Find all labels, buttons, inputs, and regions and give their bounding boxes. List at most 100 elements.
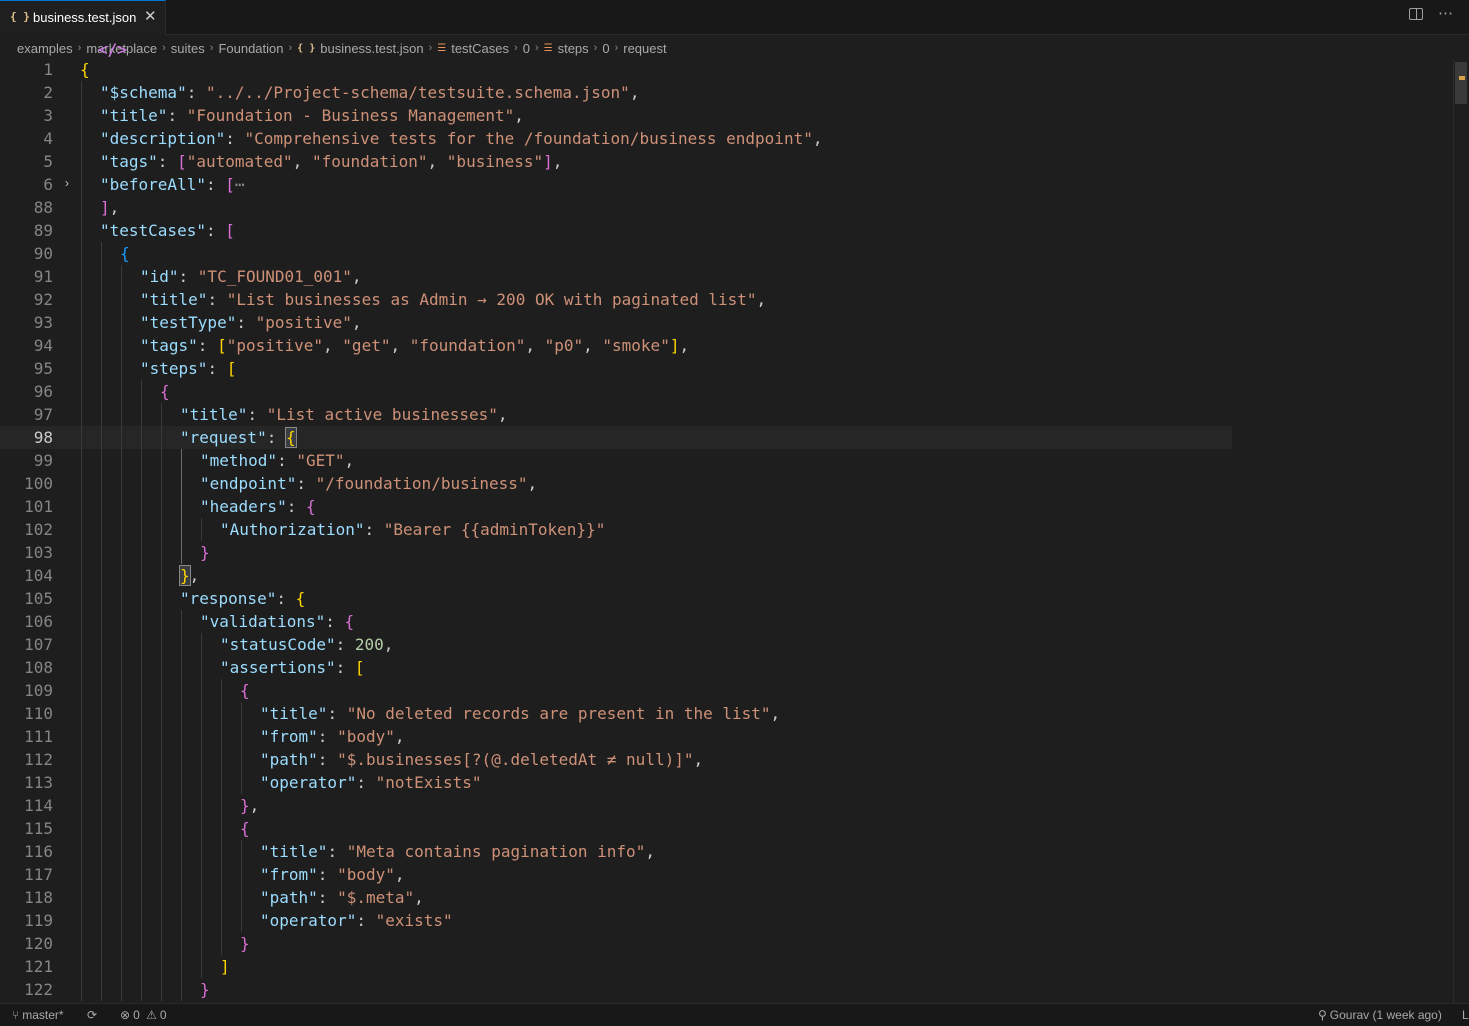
breadcrumb-item[interactable]: Foundation <box>218 41 283 56</box>
code-token: [ <box>217 336 227 355</box>
code-line[interactable]: 111 "from": "body", <box>0 725 1232 748</box>
code-line[interactable]: 6 › "beforeAll": [⋯ <box>0 173 1232 196</box>
code-token: } <box>200 980 210 999</box>
tab-business-test-json[interactable]: { } business.test.json ✕ <box>0 0 166 35</box>
code-token: "tags" <box>100 152 158 171</box>
line-number: 115 <box>24 819 53 838</box>
code-token: , <box>394 727 405 746</box>
code-token: : <box>207 290 227 309</box>
indent-guide <box>161 886 162 909</box>
code-line[interactable]: 121] <box>0 955 1232 978</box>
code-line[interactable]: 103} <box>0 541 1232 564</box>
code-line[interactable]: 95 "steps": [ <box>0 357 1232 380</box>
code-line[interactable]: 106 "validations": { <box>0 610 1232 633</box>
problems-indicator[interactable]: ⊗ 0 ⚠ 0 <box>120 1008 167 1022</box>
line-column-indicator[interactable]: L <box>1462 1008 1469 1022</box>
indent-guide <box>101 518 102 541</box>
line-number: 1 <box>43 60 53 79</box>
vertical-scrollbar[interactable] <box>1453 58 1467 1003</box>
code-line[interactable]: 5 "tags": ["automated", "foundation", "bu… <box>0 150 1232 173</box>
code-line[interactable]: 98 "request": { <box>0 426 1232 449</box>
code-line[interactable]: 110 "title": "No deleted records are pres… <box>0 702 1232 725</box>
indent-guide <box>81 150 82 173</box>
code-text: "tags": ["automated", "foundation", "bus… <box>100 150 562 173</box>
warning-icon: ⚠ <box>146 1008 157 1022</box>
indent-guide <box>101 403 102 426</box>
code-line[interactable]: 117 "from": "body", <box>0 863 1232 886</box>
code-line[interactable]: 113 "operator": "notExists" <box>0 771 1232 794</box>
code-token: "beforeAll" <box>100 175 206 194</box>
breadcrumb-item[interactable]: { } business.test.json <box>297 41 423 56</box>
indent-guide <box>241 771 242 794</box>
code-token: "title" <box>180 405 248 424</box>
code-line[interactable]: 100 "endpoint": "/foundation/business", <box>0 472 1232 495</box>
breadcrumb-separator-icon: › <box>614 42 619 54</box>
code-line[interactable]: 99 "method": "GET", <box>0 449 1232 472</box>
code-token: : <box>335 658 355 677</box>
indent-guide <box>121 932 122 955</box>
branch-indicator[interactable]: ⑂ master* <box>12 1008 64 1022</box>
code-line[interactable]: 89 "testCases": [ <box>0 219 1232 242</box>
code-line[interactable]: 105 "response": { <box>0 587 1232 610</box>
code-text: "Authorization": "Bearer {{adminToken}}" <box>220 518 605 541</box>
code-line[interactable]: 119 "operator": "exists" <box>0 909 1232 932</box>
indent-guide <box>141 794 142 817</box>
code-line[interactable]: 90 { <box>0 242 1232 265</box>
code-line[interactable]: 91 "id": "TC_FOUND01_001", <box>0 265 1232 288</box>
close-icon[interactable]: ✕ <box>144 7 157 25</box>
line-number: 95 <box>33 359 53 378</box>
code-token: "Foundation - Business Management" <box>186 106 515 125</box>
code-line[interactable]: 92 "title": "List businesses as Admin → 2… <box>0 288 1232 311</box>
code-line[interactable]: 120} <box>0 932 1232 955</box>
code-token: , <box>552 152 563 171</box>
indent-guide <box>101 633 102 656</box>
code-line[interactable]: 94 "tags": ["positive", "get", "foundatio… <box>0 334 1232 357</box>
fold-chevron-icon[interactable]: › <box>65 176 69 190</box>
code-line[interactable]: 96 { <box>0 380 1232 403</box>
code-line[interactable]: 1{ <box>0 58 1232 81</box>
indent-guide <box>81 265 82 288</box>
code-line[interactable]: 122} <box>0 978 1232 1001</box>
code-line[interactable]: 2 "$schema": "../../Project-schema/testsu… <box>0 81 1232 104</box>
indent-guide <box>81 104 82 127</box>
code-line[interactable]: 115 { <box>0 817 1232 840</box>
code-line[interactable]: 114}, <box>0 794 1232 817</box>
more-actions-icon[interactable]: ⋯ <box>1438 4 1454 22</box>
code-line[interactable]: 108 "assertions": [ <box>0 656 1232 679</box>
breadcrumb-item[interactable]: ☰ testCases <box>437 41 509 56</box>
breadcrumb-item[interactable]: suites <box>171 41 205 56</box>
code-line[interactable]: 104}, <box>0 564 1232 587</box>
code-editor[interactable]: 1{2 "$schema": "../../Project-schema/test… <box>0 58 1469 1003</box>
breadcrumb-item[interactable]: </> 0 <box>98 40 530 59</box>
line-number: 97 <box>33 405 53 424</box>
code-line[interactable]: 97 "title": "List active businesses", <box>0 403 1232 426</box>
code-line[interactable]: 101 "headers": { <box>0 495 1232 518</box>
breadcrumb-item[interactable]: ☰ steps <box>544 41 589 56</box>
line-number: 111 <box>24 727 53 746</box>
breadcrumb-item[interactable]: </> 0 <box>98 40 610 59</box>
code-line[interactable]: 93 "testType": "positive", <box>0 311 1232 334</box>
split-editor-icon[interactable] <box>1409 8 1423 20</box>
editor-tab-bar: { } business.test.json ✕ ⋯ <box>0 0 1469 35</box>
scrollbar-thumb[interactable] <box>1455 62 1467 104</box>
code-line[interactable]: 107 "statusCode": 200, <box>0 633 1232 656</box>
git-blame-indicator[interactable]: ⚲ Gourav (1 week ago) <box>1318 1008 1442 1022</box>
code-line[interactable]: 4 "description": "Comprehensive tests for… <box>0 127 1232 150</box>
code-line[interactable]: 112 "path": "$.businesses[?(@.deletedAt ≠… <box>0 748 1232 771</box>
code-line[interactable]: 118 "path": "$.meta", <box>0 886 1232 909</box>
code-line[interactable]: 3 "title": "Foundation - Business Managem… <box>0 104 1232 127</box>
code-token: "foundation" <box>409 336 526 355</box>
indent-guide <box>201 725 202 748</box>
code-token: : <box>325 612 345 631</box>
code-token: , <box>383 635 394 654</box>
code-line[interactable]: 116 "title": "Meta contains pagination in… <box>0 840 1232 863</box>
code-line[interactable]: 109 { <box>0 679 1232 702</box>
code-line[interactable]: 102 "Authorization": "Bearer {{adminToken… <box>0 518 1232 541</box>
code-line[interactable]: 88], <box>0 196 1232 219</box>
status-bar: ⑂ master* ⟳ ⊗ 0 ⚠ 0 ⚲ Gourav (1 week ago) L <box>0 1003 1469 1026</box>
sync-icon[interactable]: ⟳ <box>87 1008 97 1022</box>
breadcrumb-item[interactable]: </> request <box>98 40 667 59</box>
indent-guide <box>121 334 122 357</box>
breadcrumb-item[interactable]: examples <box>17 41 73 56</box>
indent-guide <box>161 771 162 794</box>
